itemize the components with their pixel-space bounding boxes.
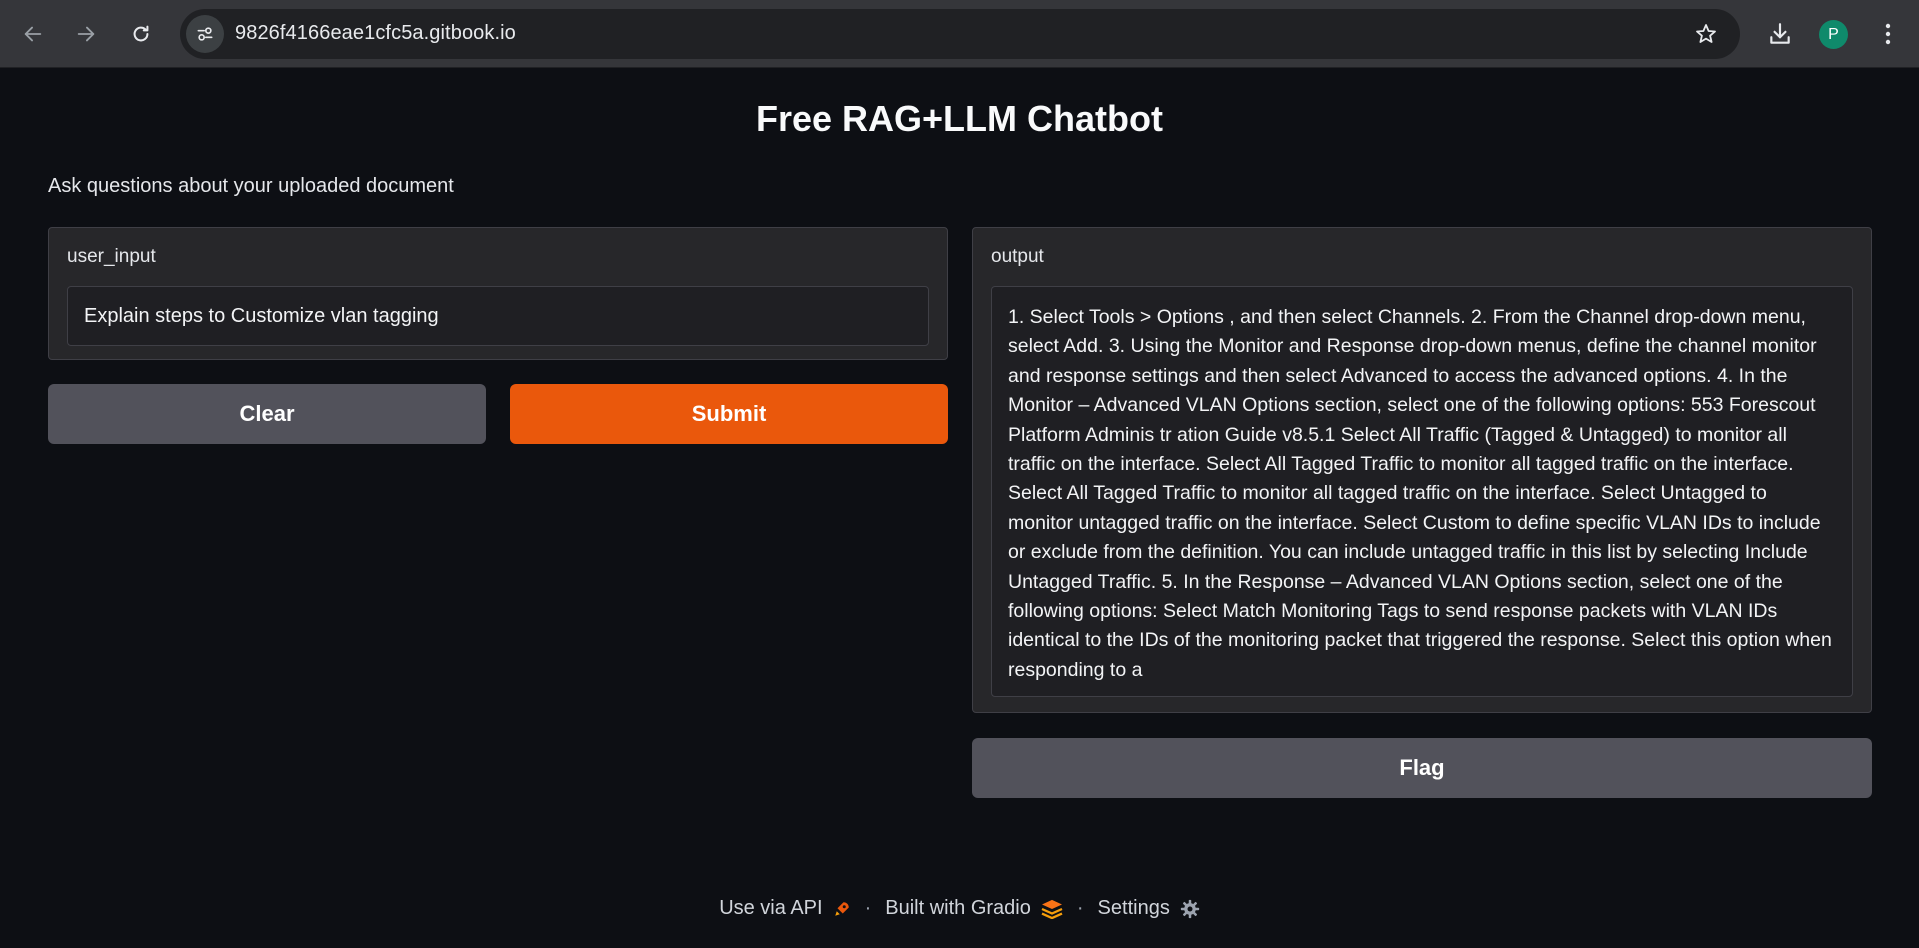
built-with-gradio-label: Built with Gradio	[885, 897, 1031, 919]
browser-menu-button[interactable]	[1872, 16, 1904, 52]
browser-toolbar: 9826f4166eae1cfc5a.gitbook.io P	[0, 0, 1919, 68]
user-input-panel: user_input Explain steps to Customize vl…	[48, 227, 948, 360]
user-input-label: user_input	[67, 246, 156, 267]
bookmark-button[interactable]	[1692, 20, 1720, 48]
kebab-menu-icon	[1885, 23, 1891, 45]
footer-separator: ·	[1076, 897, 1084, 919]
download-icon	[1770, 23, 1790, 44]
gradio-logo-icon	[1041, 899, 1063, 919]
use-via-api-label: Use via API	[719, 897, 823, 919]
gear-icon	[1180, 899, 1199, 918]
page-description: Ask questions about your uploaded docume…	[48, 175, 454, 197]
rocket-icon	[834, 901, 849, 916]
user-input-field[interactable]: Explain steps to Customize vlan tagging	[67, 286, 929, 346]
footer: Use via API · Built with Gradio · Settin…	[0, 897, 1919, 920]
back-button[interactable]	[13, 14, 53, 54]
arrow-right-icon	[77, 26, 95, 42]
use-via-api-link[interactable]: Use via API	[719, 897, 850, 920]
reload-button[interactable]	[121, 14, 161, 54]
url-text[interactable]: 9826f4166eae1cfc5a.gitbook.io	[235, 22, 516, 45]
footer-separator: ·	[864, 897, 872, 919]
settings-label: Settings	[1097, 897, 1170, 919]
gradio-app: Free RAG+LLM Chatbot Ask questions about…	[0, 68, 1919, 948]
output-label: output	[991, 246, 1044, 267]
built-with-gradio-link[interactable]: Built with Gradio	[885, 897, 1063, 920]
star-icon	[1696, 24, 1716, 43]
page-title: Free RAG+LLM Chatbot	[755, 98, 1163, 139]
profile-avatar[interactable]: P	[1819, 20, 1848, 49]
clear-button[interactable]: Clear	[48, 384, 486, 444]
arrow-left-icon	[24, 26, 42, 42]
settings-link[interactable]: Settings	[1098, 897, 1200, 920]
site-settings-icon	[197, 27, 213, 41]
downloads-button[interactable]	[1762, 16, 1798, 52]
address-bar[interactable]: 9826f4166eae1cfc5a.gitbook.io	[180, 9, 1740, 59]
output-textbox[interactable]: 1. Select Tools > Options , and then sel…	[991, 286, 1853, 697]
output-panel: output 1. Select Tools > Options , and t…	[972, 227, 1872, 713]
flag-button[interactable]: Flag	[972, 738, 1872, 798]
site-info-button[interactable]	[186, 15, 224, 53]
forward-button[interactable]	[66, 14, 106, 54]
submit-button[interactable]: Submit	[510, 384, 948, 444]
reload-icon	[133, 25, 149, 42]
